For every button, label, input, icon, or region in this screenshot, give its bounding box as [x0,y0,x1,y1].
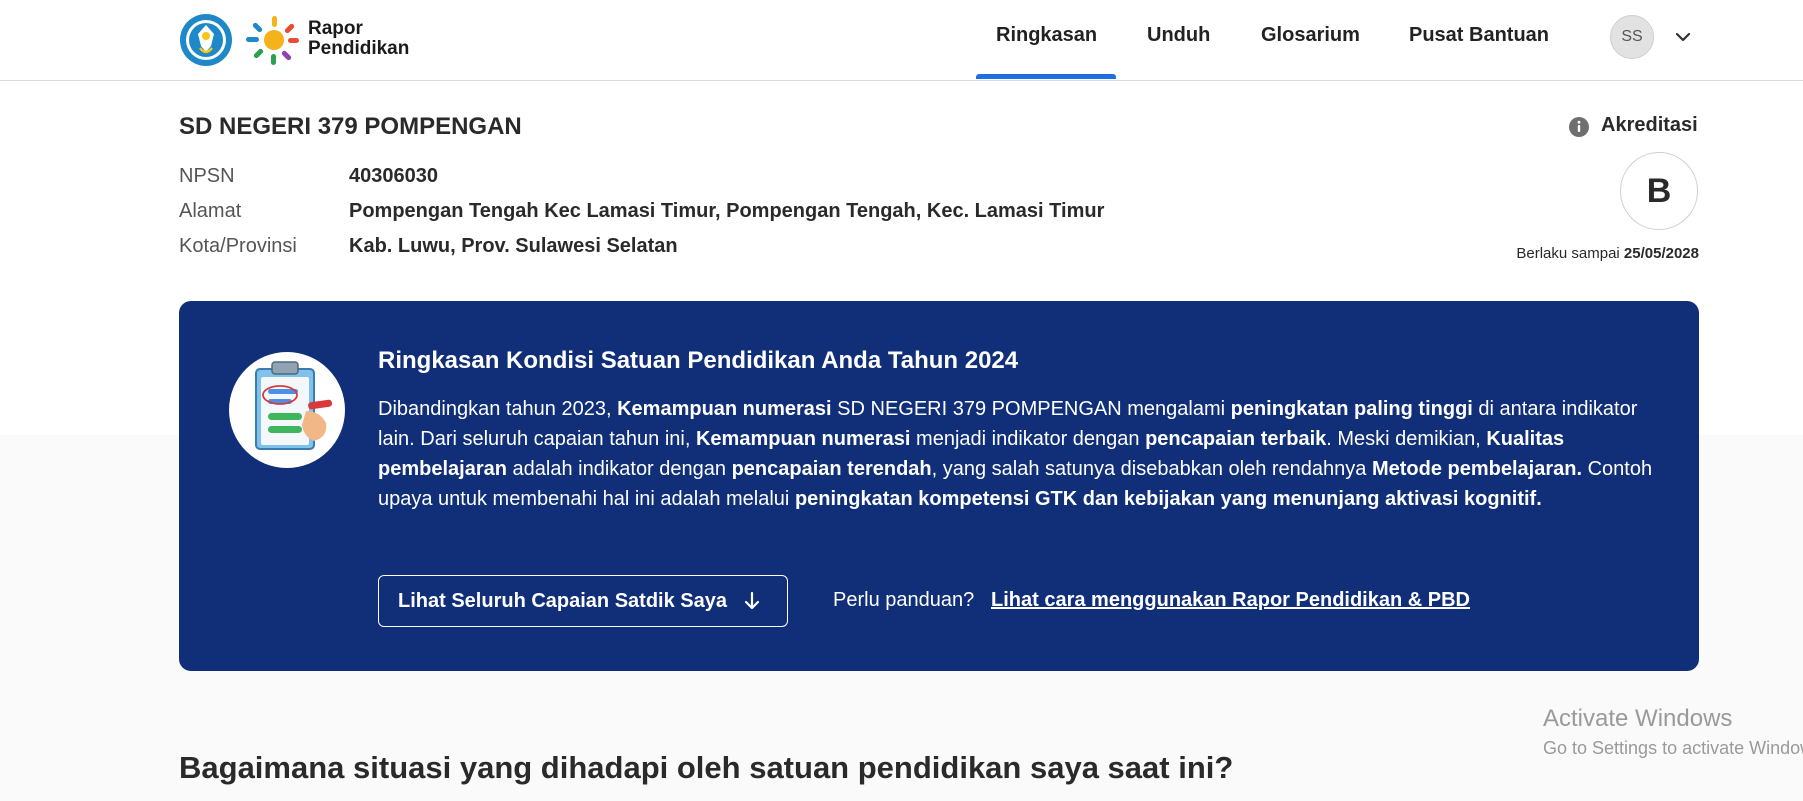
address-value: Pompengan Tengah Kec Lamasi Timur, Pompe… [349,200,1105,222]
summary-banner: Ringkasan Kondisi Satuan Pendidikan Anda… [179,301,1699,671]
nav-glosarium[interactable]: Glosarium [1261,24,1360,47]
brand-logo-text[interactable]: Rapor Pendidikan [308,19,409,59]
summary-highlight: peningkatan paling tinggi [1230,398,1473,420]
address-label: Alamat [179,200,242,222]
guide-question: Perlu panduan? [833,589,975,611]
summary-text: , yang salah satunya disebabkan oleh ren… [931,458,1372,480]
nav-ringkasan[interactable]: Ringkasan [996,24,1097,47]
situation-section-heading: Bagaimana situasi yang dihadapi oleh sat… [179,749,1234,785]
see-all-achievements-label: Lihat Seluruh Capaian Satdik Saya [398,589,727,612]
accreditation-validity: Berlaku sampai 25/05/2028 [1516,245,1699,262]
arrow-down-icon [744,591,760,610]
nav-active-indicator [976,74,1116,79]
validity-date: 25/05/2028 [1623,245,1699,262]
summary-text: Dibandingkan tahun 2023, [378,398,618,420]
accreditation-grade: B [1620,152,1698,230]
city-province-value: Kab. Luwu, Prov. Sulawesi Selatan [349,235,678,257]
summary-text: adalah indikator dengan [506,458,732,480]
top-navbar: Rapor Pendidikan Ringkasan Unduh Glosari… [0,0,1803,81]
kemdikbud-emblem-icon[interactable] [178,12,234,68]
summary-text: menjadi indikator dengan [910,428,1146,450]
activate-windows-title: Activate Windows [1543,705,1733,732]
summary-title: Ringkasan Kondisi Satuan Pendidikan Anda… [378,347,1019,374]
summary-text: SD NEGERI 379 POMPENGAN mengalami [831,398,1231,420]
city-province-label: Kota/Provinsi [179,235,297,257]
school-name: SD NEGERI 379 POMPENGAN [179,113,522,140]
summary-highlight: Kemampuan numerasi [617,398,832,420]
summary-text: . Meski demikian, [1326,428,1487,450]
nav-unduh[interactable]: Unduh [1147,24,1210,47]
nav-pusat-bantuan[interactable]: Pusat Bantuan [1409,24,1549,47]
npsn-value: 40306030 [349,165,438,187]
sun-logo-icon[interactable] [244,12,300,68]
see-all-achievements-button[interactable]: Lihat Seluruh Capaian Satdik Saya [378,575,788,627]
npsn-label: NPSN [179,165,235,187]
summary-highlight: peningkatan kompetensi GTK dan kebijakan… [794,488,1542,510]
brand-line-1: Rapor [308,18,363,39]
summary-highlight: Kemampuan numerasi [695,428,911,450]
clipboard-checklist-illustration [229,352,345,468]
user-avatar[interactable]: SS [1610,15,1654,59]
activate-windows-subtitle: Go to Settings to activate Windows. [1543,738,1803,758]
chevron-down-icon[interactable] [1672,26,1694,48]
summary-highlight: Metode pembelajaran. [1371,458,1583,480]
summary-highlight: pencapaian terendah [731,458,932,480]
guide-link[interactable]: Lihat cara menggunakan Rapor Pendidikan … [991,589,1470,612]
brand-line-2: Pendidikan [308,38,410,59]
summary-body: Dibandingkan tahun 2023, Kemampuan numer… [378,394,1653,514]
accreditation-label: Akreditasi [1601,114,1698,136]
info-icon[interactable] [1568,116,1590,138]
summary-highlight: pencapaian terbaik [1145,428,1327,450]
validity-prefix: Berlaku sampai [1516,245,1620,262]
